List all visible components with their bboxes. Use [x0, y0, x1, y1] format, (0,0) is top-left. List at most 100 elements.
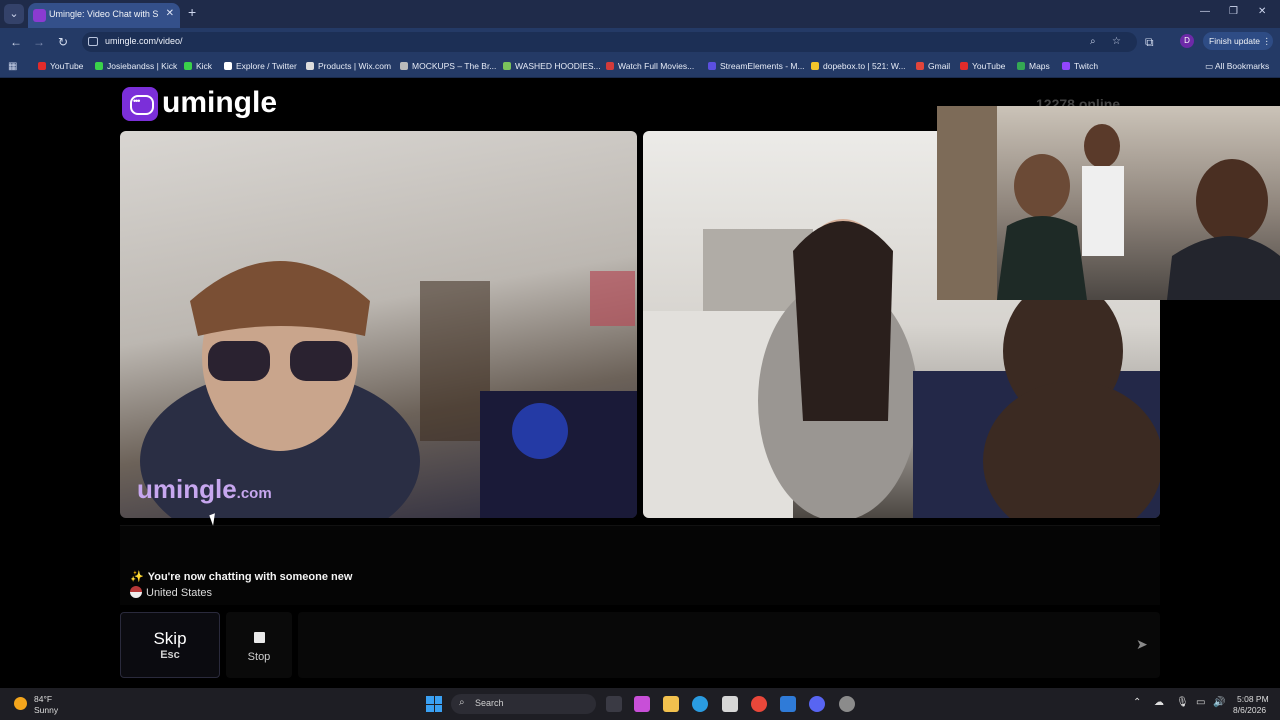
app-icon[interactable]	[780, 696, 796, 712]
restore-icon[interactable]: ❐	[1229, 6, 1238, 17]
skip-button[interactable]: Skip Esc	[120, 612, 220, 678]
umingle-logo-icon[interactable]	[122, 87, 158, 121]
tab-title: Umingle: Video Chat with S	[49, 9, 159, 19]
apps-grid-icon[interactable]: ▦	[8, 61, 17, 72]
local-video-scene	[140, 261, 637, 518]
finish-update-button[interactable]: Finish update ⋮	[1203, 32, 1273, 50]
reload-icon[interactable]: ↻	[58, 35, 68, 49]
umingle-watermark: umingle.com	[137, 474, 272, 505]
umingle-page: umingle 12278 online umingle.com	[0, 79, 1280, 688]
file-explorer-icon[interactable]	[663, 696, 679, 712]
us-flag-icon	[130, 586, 142, 598]
network-icon[interactable]: ▭	[1196, 697, 1205, 708]
extensions-icon[interactable]: ⧉	[1145, 35, 1154, 50]
all-bookmarks-button[interactable]: ▭ All Bookmarks	[1205, 61, 1269, 72]
bookmark-label: Watch Full Movies...	[618, 61, 695, 71]
x-twitter-icon	[224, 62, 232, 70]
tray-expand-icon[interactable]: ⌃	[1133, 697, 1141, 708]
cloud-icon[interactable]: ☁	[1154, 697, 1164, 708]
bookmark-item[interactable]: Gmail	[916, 61, 950, 71]
bookmark-item[interactable]: Twitch	[1062, 61, 1098, 71]
microphone-icon[interactable]: 🎙	[1176, 697, 1189, 708]
weather-condition[interactable]: Sunny	[34, 705, 58, 715]
kick-icon	[184, 62, 192, 70]
skip-label: Skip	[153, 629, 187, 648]
browser-tab-active[interactable]: Umingle: Video Chat with S ✕	[28, 3, 180, 28]
kick-icon	[95, 62, 103, 70]
zoom-icon[interactable]: ⌕	[1090, 36, 1096, 47]
gmail-icon	[916, 62, 924, 70]
url-field[interactable]: umingle.com/video/ ⌕ ☆	[82, 32, 1137, 52]
bookmark-item[interactable]: Josiebandss | Kick	[95, 61, 177, 71]
system-message: ✨ You're now chatting with someone new	[130, 570, 352, 583]
minimize-icon[interactable]: —	[1200, 6, 1210, 17]
streamer-webcam-overlay	[937, 106, 1280, 300]
twitch-icon	[1062, 62, 1070, 70]
globe-icon	[400, 62, 408, 70]
send-icon[interactable]: ➤	[1136, 636, 1148, 653]
bookmark-label: MOCKUPS – The Br...	[412, 61, 497, 71]
clock-date[interactable]: 8/6/2026	[1233, 705, 1266, 715]
message-input[interactable]	[298, 612, 1160, 678]
bookmark-item[interactable]: YouTube	[960, 61, 1005, 71]
url-text[interactable]: umingle.com/video/	[105, 36, 183, 46]
bookmark-label: dopebox.to | 521: W...	[823, 61, 906, 71]
bookmark-label: Explore / Twitter	[236, 61, 297, 71]
edge-icon[interactable]	[692, 696, 708, 712]
streamer-webcam-scene	[937, 106, 1280, 300]
finish-update-label: Finish update	[1209, 36, 1261, 46]
bookmark-item[interactable]: dopebox.to | 521: W...	[811, 61, 906, 71]
copilot-icon[interactable]	[634, 696, 650, 712]
tab-close-icon[interactable]: ✕	[166, 8, 174, 19]
new-tab-icon[interactable]: +	[188, 4, 196, 20]
skip-shortcut: Esc	[160, 649, 180, 661]
taskbar-search-placeholder: Search	[475, 698, 504, 708]
clock-time[interactable]: 5:08 PM	[1237, 694, 1269, 704]
weather-sun-icon[interactable]	[14, 697, 27, 710]
bookmark-item[interactable]: MOCKUPS – The Br...	[400, 61, 496, 71]
maps-icon	[1017, 62, 1025, 70]
taskbar-search[interactable]: ⌕ Search	[451, 694, 596, 714]
bookmark-item[interactable]: Watch Full Movies...	[606, 61, 694, 71]
all-bookmarks-label: All Bookmarks	[1214, 61, 1270, 71]
dopebox-icon	[811, 62, 819, 70]
bookmark-item[interactable]: Maps	[1017, 61, 1050, 71]
forward-icon[interactable]: →	[33, 35, 45, 49]
wix-icon	[306, 62, 314, 70]
system-message-text: You're now chatting with someone new	[147, 571, 353, 583]
bookmark-star-icon[interactable]: ☆	[1112, 36, 1121, 47]
bookmark-item[interactable]: WASHED HOODIES...	[503, 61, 601, 71]
task-view-icon[interactable]	[606, 696, 622, 712]
close-window-icon[interactable]: ✕	[1258, 6, 1266, 17]
bookmark-label: Josiebandss | Kick	[107, 61, 178, 71]
site-logo-text[interactable]: umingle	[162, 86, 277, 120]
volume-icon[interactable]: 🔊	[1213, 697, 1225, 708]
search-icon: ⌕	[459, 697, 465, 708]
watermark-text: umingle	[137, 474, 237, 504]
bookmark-label: Maps	[1029, 61, 1050, 71]
bookmark-item[interactable]: StreamElements - M...	[708, 61, 805, 71]
stop-button[interactable]: Stop	[226, 612, 292, 678]
back-icon[interactable]: ←	[10, 35, 22, 49]
bookmarks-bar: ▦ YouTube Josiebandss | Kick Kick Explor…	[0, 56, 1280, 78]
youtube-icon	[38, 62, 46, 70]
bookmark-item[interactable]: Products | Wix.com	[306, 61, 391, 71]
stranger-country: United States	[130, 586, 212, 599]
bookmark-item[interactable]: Kick	[184, 61, 212, 71]
bookmark-item[interactable]: YouTube	[38, 61, 83, 71]
tab-search-icon[interactable]: ⌄	[4, 4, 24, 24]
bookmark-item[interactable]: Explore / Twitter	[224, 61, 297, 71]
weather-temperature[interactable]: 84°F	[34, 694, 52, 704]
bookmark-label: YouTube	[972, 61, 1006, 71]
bookmark-label: Products | Wix.com	[318, 61, 392, 71]
store-icon[interactable]	[722, 696, 738, 712]
stop-label: Stop	[247, 651, 271, 663]
bookmark-label: Gmail	[928, 61, 951, 71]
windows-start-icon[interactable]	[426, 696, 442, 712]
profile-avatar[interactable]: D	[1180, 34, 1194, 48]
obs-icon[interactable]	[839, 696, 855, 712]
sparkle-icon: ✨	[130, 571, 144, 583]
discord-icon[interactable]	[809, 696, 825, 712]
chrome-icon[interactable]	[751, 696, 767, 712]
site-info-icon[interactable]	[88, 37, 98, 46]
